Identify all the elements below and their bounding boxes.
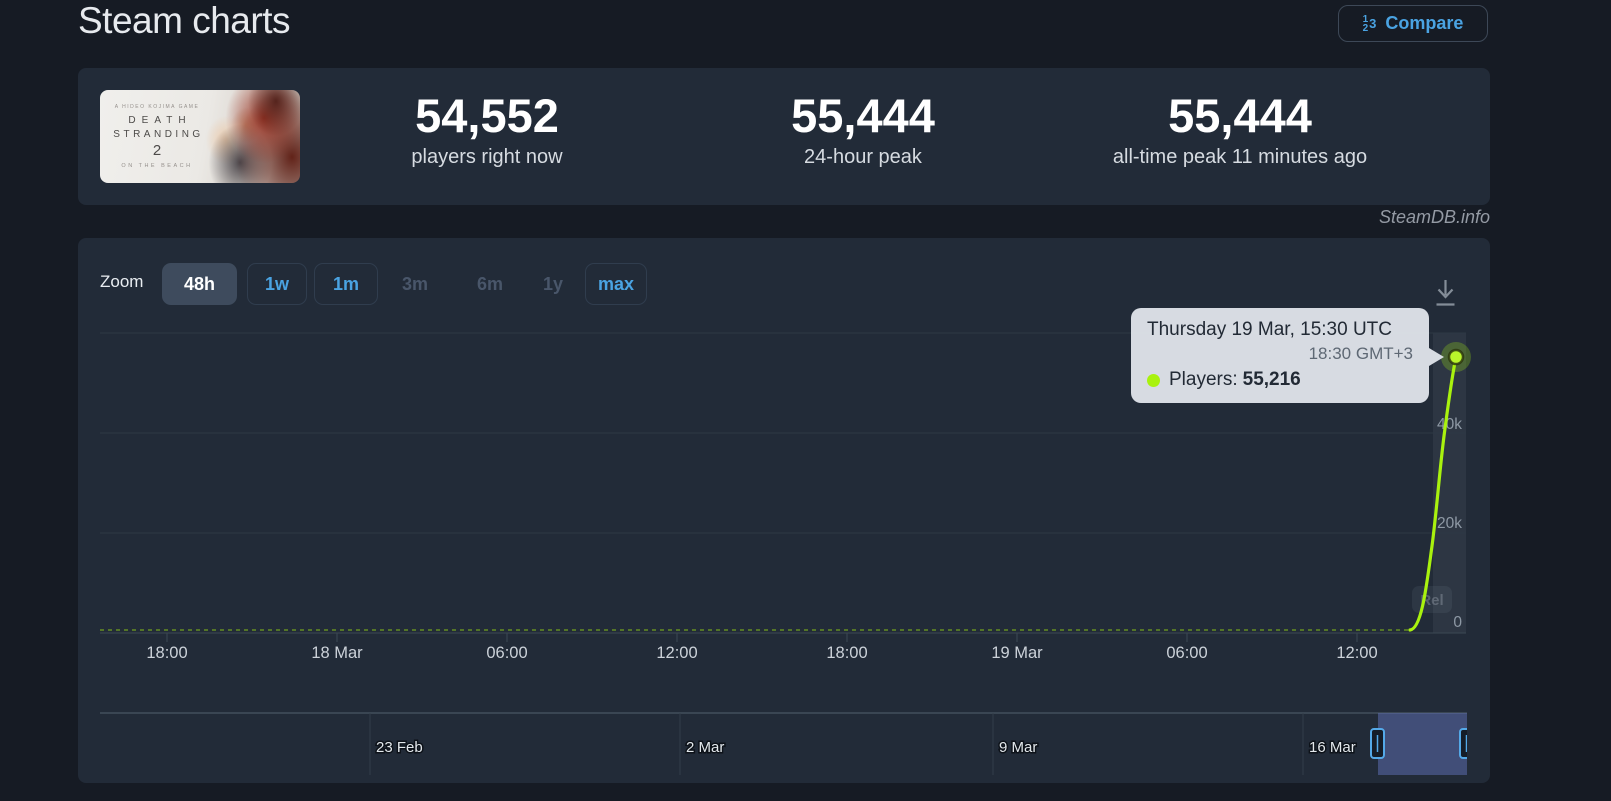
compare-button-label: Compare [1385, 13, 1463, 34]
players-now-value: 54,552 [411, 90, 562, 143]
x-axis-labels: 18:00 18 Mar 06:00 12:00 18:00 19 Mar 06… [146, 644, 1377, 662]
tooltip-series-label: Players: [1169, 367, 1238, 393]
steamdb-watermark: SteamDB.info [1078, 207, 1490, 228]
page-title: Steam charts [78, 0, 290, 42]
svg-text:18:00: 18:00 [146, 644, 187, 662]
navigator-handle-right[interactable] [1460, 729, 1473, 758]
svg-text:06:00: 06:00 [1166, 644, 1207, 662]
game-capsule-title: A HIDEO KOJIMA GAME DEATH STRANDING 2 ON… [100, 90, 214, 183]
tooltip-players-row: Players: 55,216 [1147, 367, 1413, 393]
chart-tooltip: Thursday 19 Mar, 15:30 UTC 18:30 GMT+3 P… [1131, 308, 1429, 403]
tooltip-date: Thursday 19 Mar, 15:30 UTC [1147, 317, 1413, 343]
svg-text:19 Mar: 19 Mar [991, 644, 1043, 662]
svg-text:0: 0 [1453, 614, 1462, 631]
stat-alltime-peak: 55,444 all-time peak 11 minutes ago [1113, 90, 1367, 169]
svg-text:18:00: 18:00 [826, 644, 867, 662]
release-flag-badge: Rel [1412, 586, 1452, 613]
navigator-handle-left[interactable] [1371, 729, 1384, 758]
compare-numbers-icon: 1 2 3 [1363, 15, 1377, 33]
svg-text:06:00: 06:00 [486, 644, 527, 662]
navigator-labels: 23 Feb 2 Mar 9 Mar 16 Mar [376, 739, 1356, 756]
navigator-gridlines [370, 713, 1303, 775]
compare-button[interactable]: 1 2 3 Compare [1338, 5, 1488, 42]
players-now-label: players right now [411, 146, 562, 169]
stat-24h-peak: 55,444 24-hour peak [791, 90, 935, 169]
stat-players-now: 54,552 players right now [411, 90, 562, 169]
alltime-peak-label: all-time peak 11 minutes ago [1113, 146, 1367, 169]
alltime-peak-value: 55,444 [1113, 90, 1367, 143]
svg-text:12:00: 12:00 [656, 644, 697, 662]
svg-text:9 Mar: 9 Mar [999, 739, 1037, 756]
svg-text:20k: 20k [1437, 515, 1462, 532]
steamdb-charts-page: { "page": { "title": "Steam charts", "wa… [0, 0, 1611, 801]
tooltip-local-time: 18:30 GMT+3 [1147, 343, 1413, 364]
navigator-selected-range[interactable] [1378, 713, 1467, 775]
svg-text:23 Feb: 23 Feb [376, 739, 423, 756]
tooltip-arrow [1429, 348, 1444, 366]
game-capsule-image[interactable]: A HIDEO KOJIMA GAME DEATH STRANDING 2 ON… [100, 90, 300, 183]
svg-text:16 Mar: 16 Mar [1309, 739, 1356, 756]
chart-panel: Zoom 48h 1w 1m 3m 6m 1y max 18:0 [78, 238, 1490, 783]
svg-text:18 Mar: 18 Mar [311, 644, 363, 662]
svg-text:2 Mar: 2 Mar [686, 739, 724, 756]
svg-text:12:00: 12:00 [1336, 644, 1377, 662]
peak-24h-label: 24-hour peak [791, 146, 935, 169]
tooltip-players-value: 55,216 [1243, 367, 1301, 393]
series-color-dot [1147, 374, 1160, 387]
svg-text:40k: 40k [1437, 416, 1462, 433]
x-axis-ticks [167, 633, 1357, 642]
stats-panel: A HIDEO KOJIMA GAME DEATH STRANDING 2 ON… [78, 68, 1490, 205]
last-point-marker[interactable] [1449, 350, 1463, 364]
peak-24h-value: 55,444 [791, 90, 935, 143]
